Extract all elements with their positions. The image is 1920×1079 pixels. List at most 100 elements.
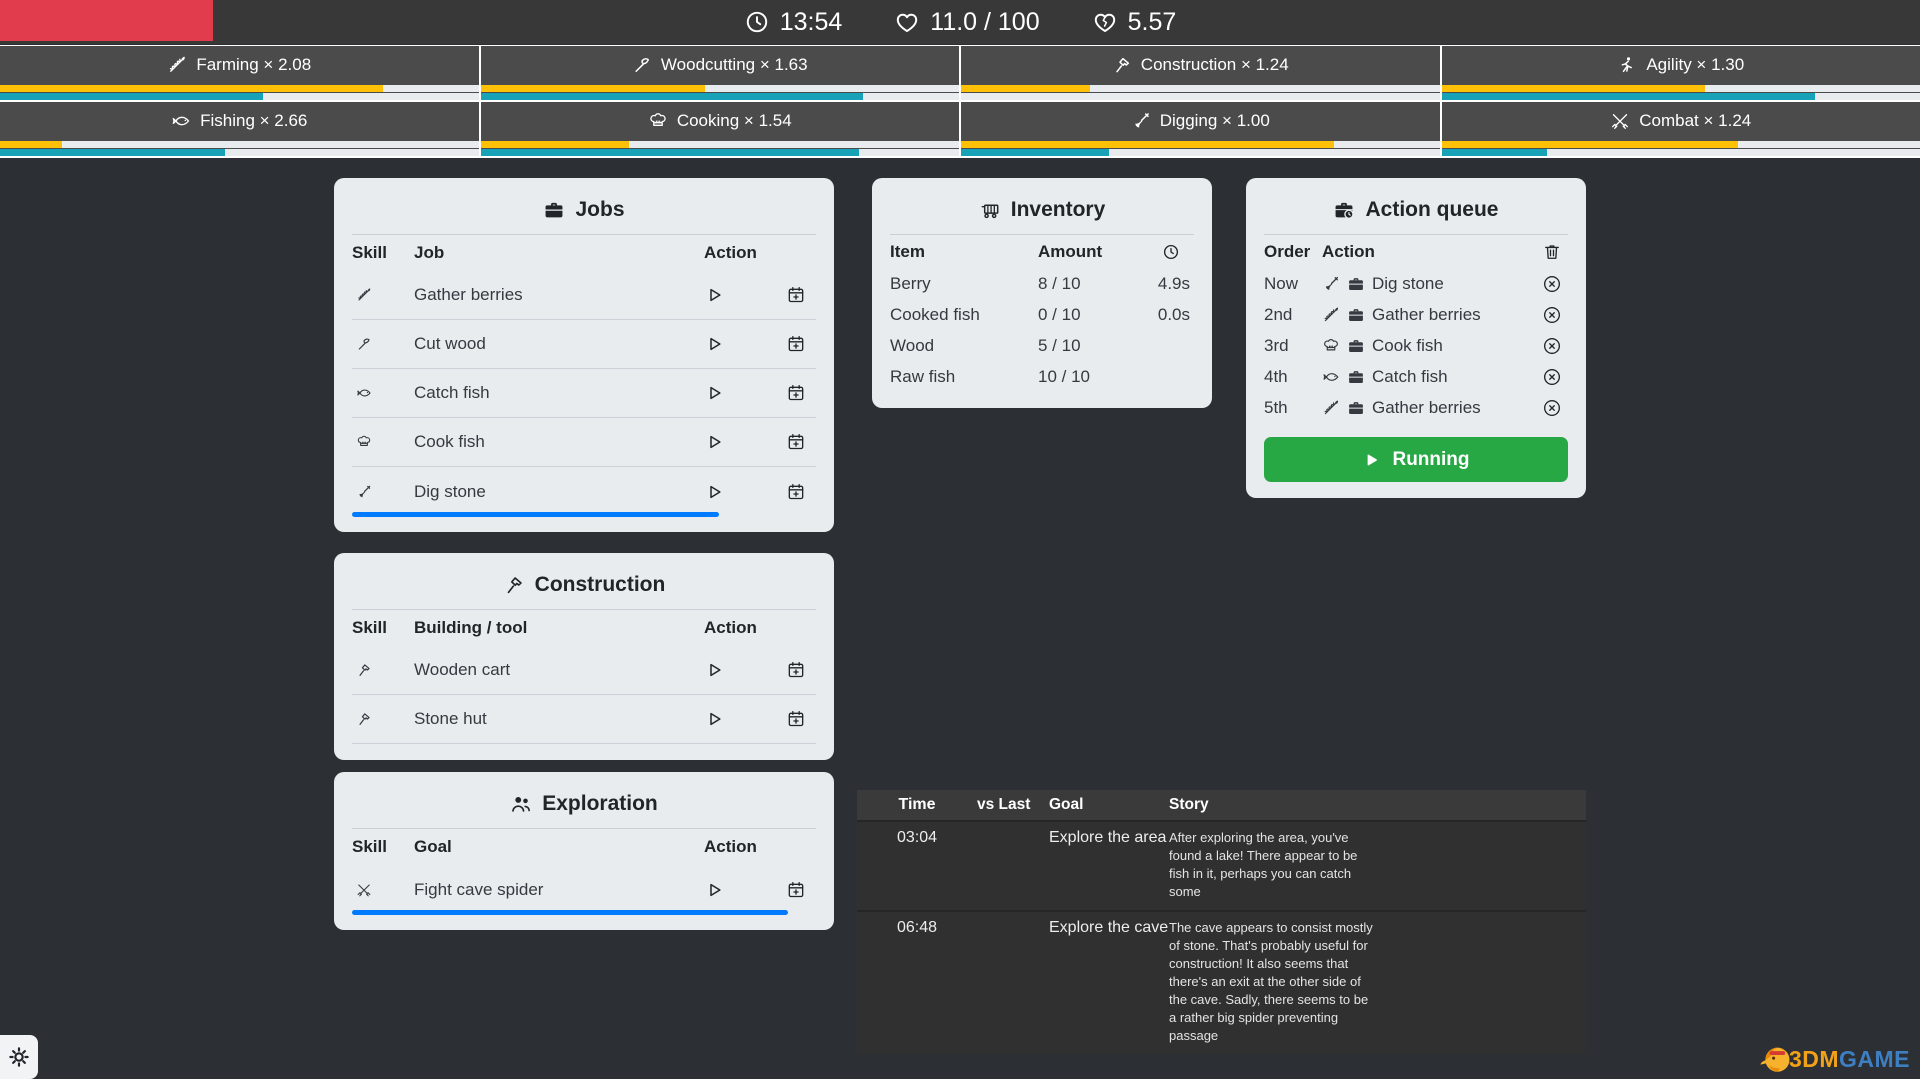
wheat-icon — [352, 285, 372, 305]
remove-queue-item-button[interactable] — [1542, 274, 1562, 294]
level-bar — [1442, 93, 1815, 100]
hammer-icon — [1112, 55, 1132, 75]
story-row-explore-cave: 06:48 Explore the cave The cave appears … — [857, 912, 1586, 1054]
xp-bar — [1442, 85, 1705, 92]
time-stat: 13:54 — [744, 8, 843, 37]
col-goal: Goal — [1049, 796, 1169, 814]
play-button[interactable] — [704, 880, 724, 900]
briefcase-icon — [1347, 368, 1365, 386]
xp-bar — [961, 141, 1334, 148]
col-job: Job — [414, 243, 698, 263]
queue-add-button[interactable] — [786, 383, 806, 403]
axe-icon — [632, 55, 652, 75]
skill-tile-cooking: Cooking × 1.54 — [481, 102, 960, 156]
remove-queue-item-button[interactable] — [1542, 398, 1562, 418]
queue-action-label: Catch fish — [1372, 367, 1448, 387]
job-name: Catch fish — [414, 383, 698, 403]
chef-hat-icon — [648, 111, 668, 131]
xp-bar — [0, 85, 383, 92]
queue-order: 3rd — [1264, 336, 1322, 356]
job-row-cook-fish: Cook fish — [352, 418, 816, 467]
queue-row-2nd: 2nd Gather berries — [1264, 299, 1568, 330]
play-button[interactable] — [704, 285, 724, 305]
remove-queue-item-button[interactable] — [1542, 305, 1562, 325]
queue-add-button[interactable] — [786, 285, 806, 305]
item-amount: 8 / 10 — [1038, 274, 1138, 294]
skill-label: Fishing × 2.66 — [200, 111, 307, 131]
people-icon — [510, 793, 532, 815]
clear-queue-button[interactable] — [1542, 242, 1562, 262]
axe-icon — [352, 334, 372, 354]
xp-bar — [481, 141, 629, 148]
level-bar — [481, 149, 859, 156]
queue-add-button[interactable] — [786, 660, 806, 680]
queue-add-button[interactable] — [786, 709, 806, 729]
job-name: Gather berries — [414, 285, 698, 305]
story-vs-last — [977, 829, 1049, 901]
queue-action-label: Gather berries — [1372, 398, 1481, 418]
story-row-explore-area: 03:04 Explore the area After exploring t… — [857, 822, 1586, 910]
shovel-icon — [1131, 111, 1151, 131]
queue-table-header: Order Action — [1264, 235, 1568, 268]
queue-add-button[interactable] — [786, 880, 806, 900]
chef-hat-icon — [352, 432, 372, 452]
col-action: Action — [1322, 242, 1542, 262]
col-goal: Goal — [414, 837, 698, 857]
settings-button[interactable] — [0, 1035, 38, 1079]
inventory-table-header: Item Amount — [890, 235, 1194, 268]
xp-bar — [961, 85, 1090, 92]
hammer-icon — [352, 709, 372, 729]
goal-name: Fight cave spider — [414, 880, 698, 900]
bird-mascot-icon — [1759, 1042, 1793, 1076]
story-goal: Explore the area — [1049, 829, 1169, 901]
action-queue-panel-title: Action queue — [1264, 190, 1568, 235]
skill-grid: Farming × 2.08 Woodcutting × 1.63 Constr… — [0, 45, 1920, 158]
inventory-row-raw-fish: Raw fish 10 / 10 — [890, 361, 1194, 392]
play-button[interactable] — [704, 432, 724, 452]
time-value: 13:54 — [780, 8, 843, 37]
inventory-panel-title: Inventory — [890, 190, 1194, 235]
skill-tile-combat: Combat × 1.24 — [1442, 102, 1920, 156]
chef-hat-icon — [1322, 337, 1340, 355]
health-lost-value: 5.57 — [1128, 8, 1177, 37]
queue-add-button[interactable] — [786, 432, 806, 452]
play-button[interactable] — [704, 660, 724, 680]
col-item: Item — [890, 242, 1038, 262]
job-row-gather-berries: Gather berries — [352, 271, 816, 320]
watermark-3dmgame: 3DM GAME — [1759, 1042, 1910, 1076]
item-amount: 0 / 10 — [1038, 305, 1138, 325]
shovel-icon — [352, 482, 372, 502]
story-goal: Explore the cave — [1049, 919, 1169, 1045]
skill-label: Farming × 2.08 — [196, 55, 311, 75]
wheat-icon — [167, 55, 187, 75]
queue-add-button[interactable] — [786, 482, 806, 502]
construction-row-wooden-cart: Wooden cart — [352, 646, 816, 695]
play-icon — [1362, 451, 1380, 469]
story-time: 06:48 — [857, 919, 977, 1045]
hammer-icon — [352, 660, 372, 680]
queue-row-3rd: 3rd Cook fish — [1264, 330, 1568, 361]
remove-queue-item-button[interactable] — [1542, 336, 1562, 356]
item-name: Cooked fish — [890, 305, 1038, 325]
play-button[interactable] — [704, 334, 724, 354]
queue-action-label: Cook fish — [1372, 336, 1443, 356]
building-name: Stone hut — [414, 709, 698, 729]
item-time: 4.9s — [1138, 274, 1194, 294]
queue-row-4th: 4th Catch fish — [1264, 361, 1568, 392]
level-bar — [0, 149, 225, 156]
exploration-table-header: Skill Goal Action — [352, 829, 816, 865]
play-button[interactable] — [704, 709, 724, 729]
jobs-panel-title: Jobs — [352, 190, 816, 235]
running-button[interactable]: Running — [1264, 437, 1568, 482]
skill-tile-woodcutting: Woodcutting × 1.63 — [481, 46, 960, 100]
remove-queue-item-button[interactable] — [1542, 367, 1562, 387]
job-name: Cut wood — [414, 334, 698, 354]
exploration-row-fight-cave-spider: Fight cave spider — [352, 865, 816, 914]
health-value: 11.0 / 100 — [930, 8, 1039, 37]
skill-tile-farming: Farming × 2.08 — [0, 46, 479, 100]
queue-add-button[interactable] — [786, 334, 806, 354]
play-button[interactable] — [704, 383, 724, 403]
col-story: Story — [1169, 796, 1586, 814]
panel-title-text: Exploration — [542, 792, 658, 816]
play-button[interactable] — [704, 482, 724, 502]
